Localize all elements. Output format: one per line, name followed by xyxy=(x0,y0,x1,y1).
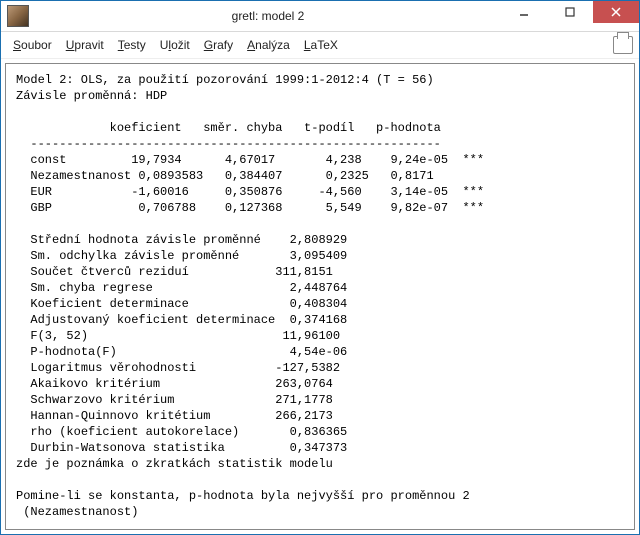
window-title: gretl: model 2 xyxy=(35,9,501,23)
menu-latex[interactable]: LaTeX xyxy=(298,36,344,54)
menu-analyza[interactable]: Analýza xyxy=(241,36,296,54)
menu-ulozit[interactable]: Uložit xyxy=(154,36,196,54)
model-output: Model 2: OLS, za použití pozorování 1999… xyxy=(5,63,635,530)
print-icon[interactable] xyxy=(613,36,633,54)
menu-upravit[interactable]: Upravit xyxy=(60,36,110,54)
menu-testy[interactable]: Testy xyxy=(112,36,152,54)
titlebar: gretl: model 2 xyxy=(1,1,639,32)
app-icon xyxy=(7,5,29,27)
window-controls xyxy=(501,1,639,31)
menubar: Soubor Upravit Testy Uložit Grafy Analýz… xyxy=(1,32,639,59)
close-button[interactable] xyxy=(593,1,639,23)
app-window: gretl: model 2 Soubor Upravit Testy Ulož… xyxy=(0,0,640,535)
menu-grafy[interactable]: Grafy xyxy=(198,36,239,54)
maximize-button[interactable] xyxy=(547,1,593,23)
menu-soubor[interactable]: Soubor xyxy=(7,36,58,54)
output-text: Model 2: OLS, za použití pozorování 1999… xyxy=(16,72,624,520)
minimize-button[interactable] xyxy=(501,1,547,23)
